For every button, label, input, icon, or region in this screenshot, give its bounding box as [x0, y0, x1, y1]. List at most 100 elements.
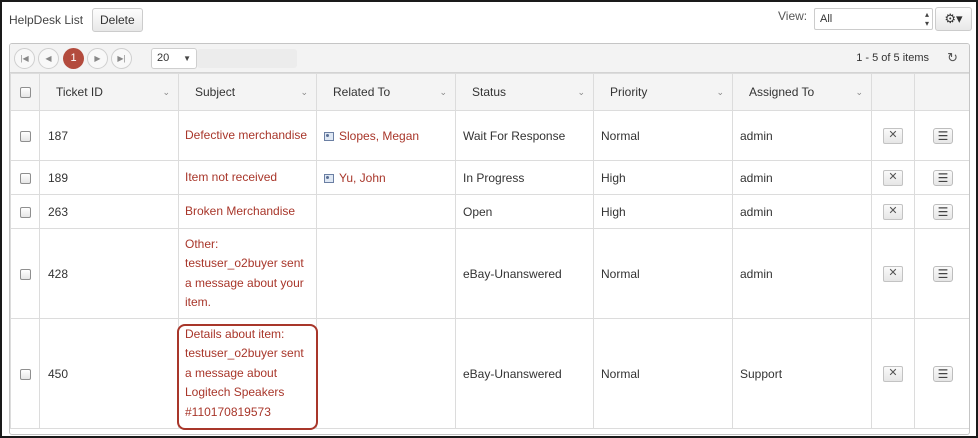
- menu-icon[interactable]: ☰: [933, 265, 953, 282]
- row-select-cell: [10, 160, 40, 195]
- column-label: Priority: [610, 85, 648, 99]
- related-to-cell: Slopes, Megan: [316, 110, 456, 161]
- ticket-status: Open: [455, 194, 594, 229]
- column-header-ticket-id[interactable]: Ticket ID ⌄: [39, 73, 179, 111]
- related-to-cell: [316, 228, 456, 319]
- row-checkbox[interactable]: [19, 130, 31, 142]
- prev-page-button[interactable]: ◀: [38, 48, 59, 69]
- close-icon[interactable]: ✕: [883, 170, 903, 186]
- row-select-cell: [10, 228, 40, 319]
- table-row[interactable]: 450 Details about item: testuser_o2buyer…: [10, 318, 969, 429]
- ticket-priority: Normal: [593, 318, 733, 429]
- ticket-status: Wait For Response: [455, 110, 594, 161]
- menu-cell: ☰: [914, 194, 969, 229]
- chevron-down-icon[interactable]: ⌄: [300, 87, 308, 98]
- contact-card-icon: [324, 173, 334, 183]
- page-size-value: 20: [157, 52, 170, 64]
- settings-button[interactable]: ⚙▾: [935, 7, 972, 31]
- last-page-button[interactable]: ▶|: [111, 48, 132, 69]
- ticket-status: In Progress: [455, 160, 594, 195]
- related-contact-link[interactable]: Slopes, Megan: [339, 129, 419, 143]
- action-column-header: [871, 73, 915, 111]
- row-checkbox[interactable]: [19, 172, 31, 184]
- ticket-subject-link[interactable]: Item not received: [178, 160, 317, 195]
- ticket-subject-link[interactable]: Defective merchandise: [178, 110, 317, 161]
- row-checkbox[interactable]: [19, 368, 31, 380]
- ticket-table: Ticket ID ⌄ Subject ⌄ Related To ⌄ Status ⌄ …: [10, 73, 969, 429]
- related-to-cell: [316, 194, 456, 229]
- table-header-row: Ticket ID ⌄ Subject ⌄ Related To ⌄ Status ⌄ …: [10, 73, 969, 111]
- current-page-button[interactable]: 1: [63, 48, 84, 69]
- column-header-subject[interactable]: Subject ⌄: [178, 73, 317, 111]
- related-to-cell: [316, 318, 456, 429]
- ticket-subject-link[interactable]: Broken Merchandise: [178, 194, 317, 229]
- chevron-down-icon[interactable]: ⌄: [162, 87, 170, 98]
- contact-card-icon: [324, 131, 334, 141]
- related-contact-link[interactable]: Yu, John: [339, 171, 386, 185]
- view-select[interactable]: All ▴ ▾: [814, 8, 933, 30]
- table-row[interactable]: 263 Broken Merchandise Open High admin ✕…: [10, 194, 969, 229]
- row-checkbox[interactable]: [19, 206, 31, 218]
- ticket-priority: Normal: [593, 110, 733, 161]
- ticket-priority: Normal: [593, 228, 733, 319]
- ticket-assignee: Support: [732, 318, 872, 429]
- ticket-subject-link[interactable]: Other: testuser_o2buyer sent a message a…: [178, 228, 317, 319]
- row-select-cell: [10, 318, 40, 429]
- ticket-assignee: admin: [732, 194, 872, 229]
- last-page-icon: ▶|: [117, 54, 126, 63]
- chevron-down-icon[interactable]: ⌄: [439, 87, 447, 98]
- row-select-cell: [10, 110, 40, 161]
- column-header-status[interactable]: Status ⌄: [455, 73, 594, 111]
- close-icon[interactable]: ✕: [883, 204, 903, 220]
- close-icon[interactable]: ✕: [883, 128, 903, 144]
- menu-cell: ☰: [914, 110, 969, 161]
- column-header-assigned-to[interactable]: Assigned To ⌄: [732, 73, 872, 111]
- refresh-icon[interactable]: ↻: [947, 50, 958, 66]
- page-size-select[interactable]: 20 ▼: [151, 48, 197, 69]
- menu-cell: ☰: [914, 160, 969, 195]
- pager: |◀ ◀ 1 ▶ ▶| 20 ▼ 1 - 5 of 5 items ↻: [10, 44, 969, 73]
- ticket-assignee: admin: [732, 160, 872, 195]
- row-select-cell: [10, 194, 40, 229]
- table-row[interactable]: 428 Other: testuser_o2buyer sent a messa…: [10, 228, 969, 319]
- column-header-related-to[interactable]: Related To ⌄: [316, 73, 456, 111]
- ticket-id: 450: [39, 318, 179, 429]
- select-all-cell: [10, 73, 40, 111]
- ticket-id: 263: [39, 194, 179, 229]
- ticket-id: 187: [39, 110, 179, 161]
- updown-arrows-icon: ▴ ▾: [924, 10, 929, 28]
- chevron-down-icon: ▼: [183, 54, 191, 63]
- first-page-button[interactable]: |◀: [14, 48, 35, 69]
- chevron-down-icon[interactable]: ⌄: [855, 87, 863, 98]
- column-label: Status: [472, 85, 507, 99]
- view-label: View:: [778, 9, 808, 23]
- table-row[interactable]: 189 Item not received Yu, John In Progre…: [10, 160, 969, 195]
- menu-icon[interactable]: ☰: [933, 127, 953, 144]
- ticket-status: eBay-Unanswered: [455, 228, 594, 319]
- ticket-subject-link[interactable]: Details about item: testuser_o2buyer sen…: [178, 318, 317, 429]
- close-icon[interactable]: ✕: [883, 366, 903, 382]
- delete-button[interactable]: Delete: [92, 8, 143, 32]
- column-label: Assigned To: [749, 85, 815, 99]
- menu-icon[interactable]: ☰: [933, 169, 953, 186]
- prev-page-icon: ◀: [45, 54, 52, 63]
- chevron-down-icon[interactable]: ⌄: [716, 87, 724, 98]
- table-row[interactable]: 187 Defective merchandise Slopes, Megan …: [10, 110, 969, 161]
- menu-icon[interactable]: ☰: [933, 365, 953, 382]
- top-toolbar: HelpDesk List Delete View: All ▴ ▾ ⚙▾: [2, 2, 976, 38]
- column-label: Related To: [333, 85, 391, 99]
- column-label: Subject: [195, 85, 236, 99]
- close-icon[interactable]: ✕: [883, 266, 903, 282]
- select-all-checkbox[interactable]: [19, 87, 31, 99]
- delete-cell: ✕: [871, 110, 915, 161]
- column-header-priority[interactable]: Priority ⌄: [593, 73, 733, 111]
- ticket-priority: High: [593, 194, 733, 229]
- related-to-cell: Yu, John: [316, 160, 456, 195]
- menu-icon[interactable]: ☰: [933, 203, 953, 220]
- page-title: HelpDesk List: [9, 13, 84, 27]
- menu-column-header: [914, 73, 969, 111]
- delete-cell: ✕: [871, 318, 915, 429]
- chevron-down-icon[interactable]: ⌄: [577, 87, 585, 98]
- next-page-button[interactable]: ▶: [87, 48, 108, 69]
- row-checkbox[interactable]: [19, 268, 31, 280]
